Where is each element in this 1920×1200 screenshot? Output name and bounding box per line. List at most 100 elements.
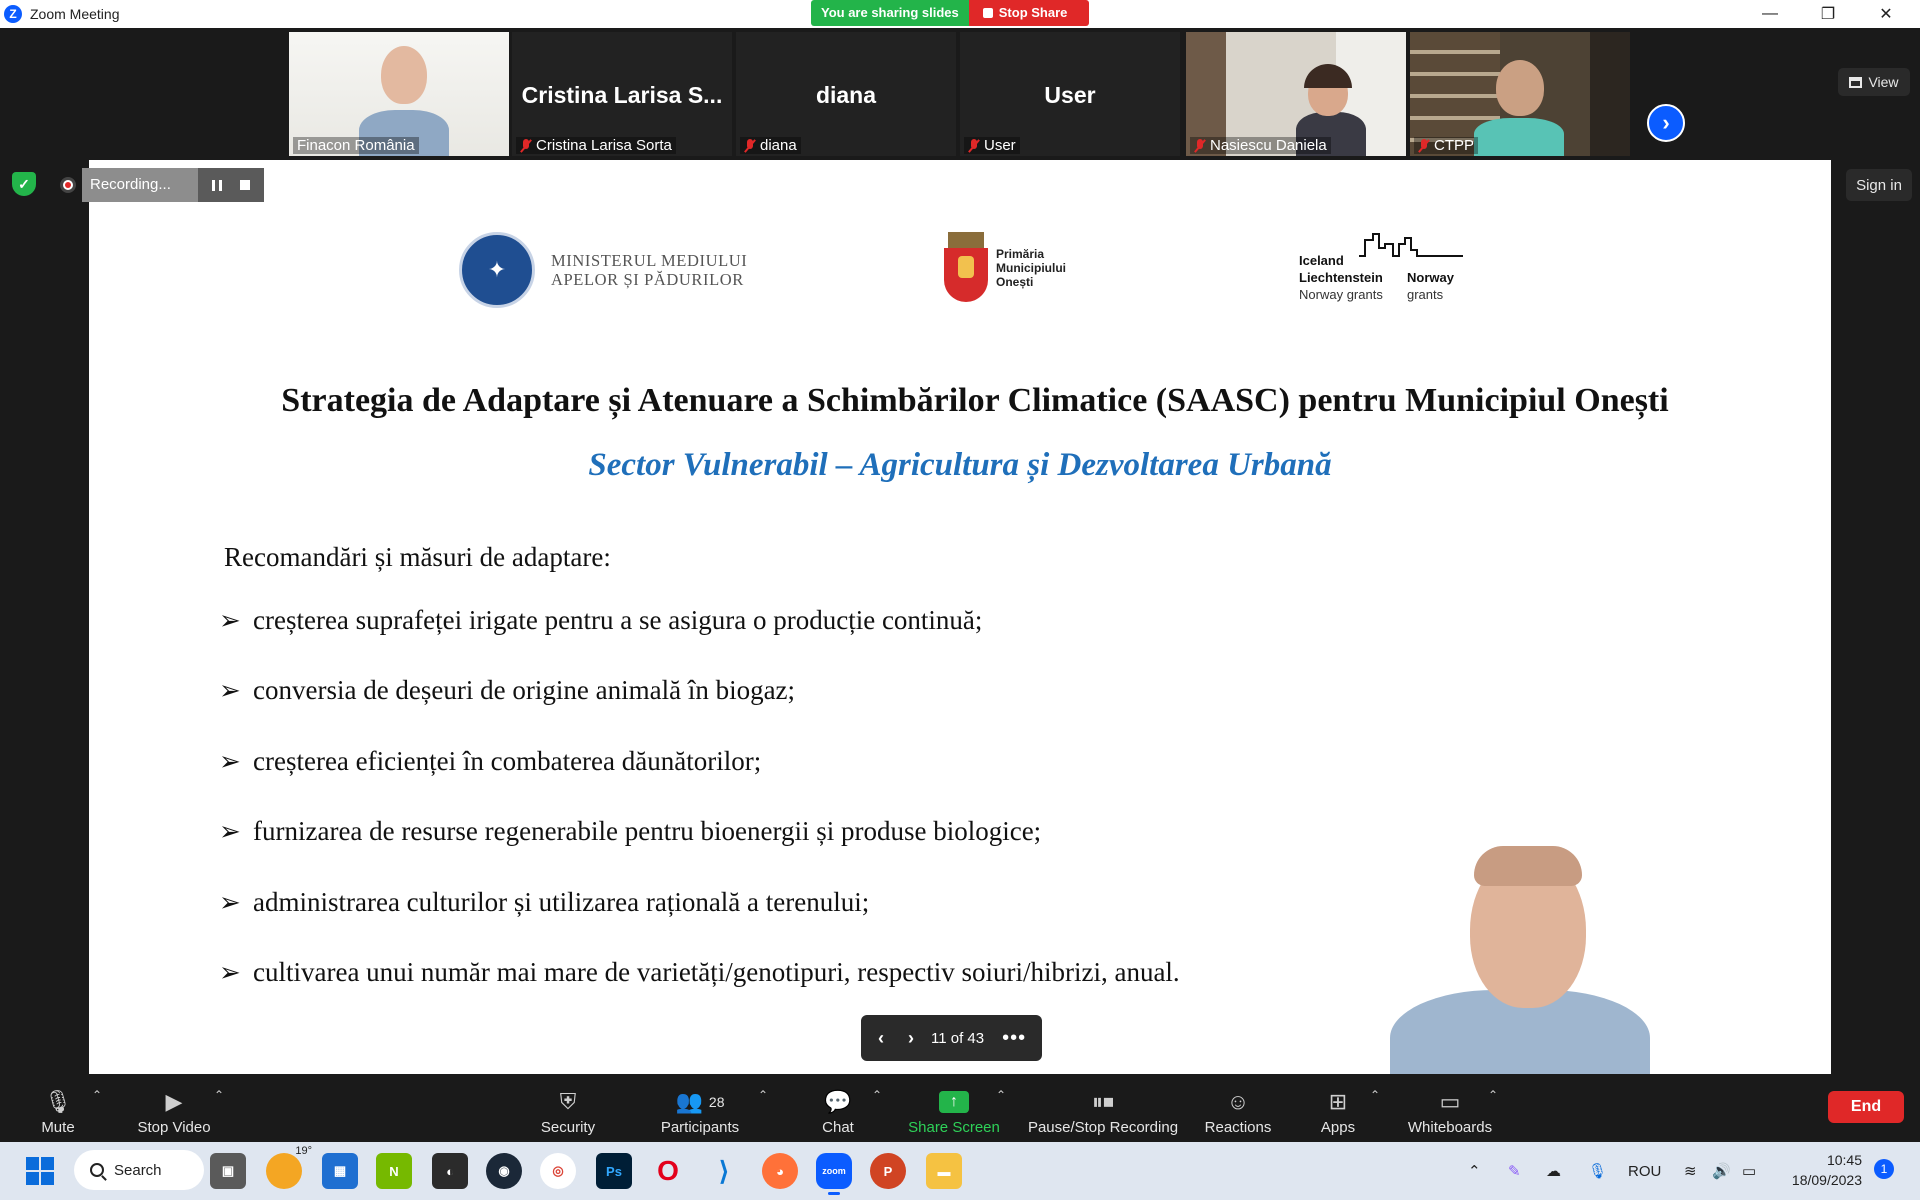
list-item: ➢ administrarea culturilor și utilizarea … (219, 886, 870, 918)
pause-stop-recording-button[interactable]: ⏸⏹ Pause/Stop Recording (1024, 1074, 1182, 1142)
participant-gallery: Finacon România Cristina Larisa S... Cri… (0, 28, 1920, 158)
participant-display-name: diana (815, 82, 877, 108)
participant-tile[interactable]: User User (960, 32, 1180, 156)
apps-button[interactable]: ⊞ Apps (1310, 1074, 1366, 1142)
recording-indicator: Recording... (60, 168, 264, 202)
arrow-bullet-icon: ➢ (219, 606, 241, 636)
photoshop-icon[interactable]: Ps (596, 1153, 632, 1189)
participant-name: diana (740, 137, 801, 154)
grid-view-icon (1849, 76, 1863, 88)
apps-icon: ⊞ (1328, 1089, 1348, 1114)
share-options-caret-icon[interactable]: ⌃ (996, 1088, 1006, 1102)
windows-taskbar: Search ▣ 19° ▦ N ◐ ◉ ◎ Ps O ⟩ ◕ zoom P ▬… (0, 1142, 1920, 1200)
pen-icon[interactable]: ✎ (1508, 1142, 1521, 1200)
weather-icon[interactable]: 19° (266, 1145, 312, 1189)
participant-name: Cristina Larisa Sorta (516, 137, 676, 154)
arrow-bullet-icon: ➢ (219, 957, 241, 988)
file-explorer-icon[interactable]: ▬ (926, 1153, 962, 1189)
participants-count: 28 (708, 1094, 725, 1110)
meeting-toolbar: 🎙 Mute ⌃ ▶ Stop Video ⌃ ⛨ Security 👥 28 P… (0, 1074, 1920, 1142)
arrow-bullet-icon: ➢ (219, 676, 241, 707)
next-slide-button[interactable]: › (901, 1028, 921, 1049)
slide-title: Strategia de Adaptare și Atenuare a Schi… (281, 382, 1669, 419)
slide-counter: 11 of 43 (931, 1029, 985, 1047)
microsoft-store-icon[interactable]: ▦ (322, 1153, 358, 1189)
mic-muted-icon (520, 138, 532, 153)
firefox-icon[interactable]: ◕ (762, 1153, 798, 1189)
restore-button[interactable]: ❐ (1800, 0, 1856, 28)
recording-label: Recording... (82, 168, 198, 202)
pause-recording-icon[interactable] (212, 179, 222, 191)
weather-temp: 19° (295, 1145, 312, 1157)
slide-subtitle: Sector Vulnerabil – Agricultura și Dezvo… (588, 447, 1332, 483)
whiteboards-button[interactable]: ▭ Whiteboards (1400, 1074, 1500, 1142)
powerpoint-icon[interactable]: P (870, 1153, 906, 1189)
presenter-video[interactable] (1330, 840, 1700, 1074)
taskbar-clock[interactable]: 10:45 18/09/2023 (1782, 1150, 1862, 1190)
mic-in-use-icon[interactable]: 🎙 (1588, 1142, 1607, 1200)
opera-icon[interactable]: O (650, 1153, 686, 1189)
chrome-icon[interactable]: ◎ (540, 1153, 576, 1189)
minimize-button[interactable]: — (1742, 0, 1798, 28)
next-page-button[interactable]: › (1647, 104, 1685, 142)
list-item: ➢ creșterea eficienței în combaterea dăun… (219, 745, 762, 777)
mic-muted-icon (968, 138, 980, 153)
wifi-icon[interactable]: ≋ (1684, 1142, 1697, 1200)
previous-slide-button[interactable]: ‹ (871, 1028, 891, 1049)
whiteboards-options-caret-icon[interactable]: ⌃ (1488, 1088, 1498, 1102)
participant-tile[interactable]: Nasiescu Daniela (1186, 32, 1406, 156)
video-options-caret-icon[interactable]: ⌃ (214, 1088, 224, 1102)
mute-button[interactable]: 🎙 Mute (20, 1074, 96, 1142)
participant-tile[interactable]: CTPP (1410, 32, 1630, 156)
windows-start-icon[interactable] (22, 1153, 58, 1189)
arrow-bullet-icon: ➢ (219, 746, 241, 777)
share-screen-icon: ↑ (939, 1085, 969, 1119)
taskbar-search[interactable]: Search (74, 1150, 204, 1190)
show-hidden-icons-icon[interactable]: ⌃ (1468, 1142, 1481, 1200)
apps-options-caret-icon[interactable]: ⌃ (1370, 1088, 1380, 1102)
mic-muted-icon (744, 138, 756, 153)
more-options-icon[interactable]: ••• (1002, 1027, 1026, 1050)
view-button[interactable]: View (1838, 68, 1910, 96)
reactions-button[interactable]: ☺ Reactions (1196, 1074, 1280, 1142)
stop-recording-icon[interactable] (240, 180, 250, 190)
slide-bullet-list: ➢ creșterea suprafeței irigate pentru a s… (219, 605, 1180, 1027)
share-screen-button[interactable]: ↑ Share Screen (906, 1074, 1002, 1142)
nvidia-icon[interactable]: N (376, 1153, 412, 1189)
government-seal-icon: ✦ (459, 232, 535, 308)
participant-tile[interactable]: Finacon România (289, 32, 509, 156)
window-title: Zoom Meeting (30, 6, 120, 22)
vscode-icon[interactable]: ⟩ (706, 1153, 742, 1189)
input-language[interactable]: ROU (1628, 1142, 1661, 1200)
window-titlebar: Z Zoom Meeting You are sharing slides St… (0, 0, 1920, 28)
end-meeting-button[interactable]: End (1828, 1091, 1904, 1123)
stop-video-button[interactable]: ▶ Stop Video (124, 1074, 224, 1142)
stop-share-button[interactable]: Stop Share (968, 0, 1090, 26)
security-button[interactable]: ⛨ Security (528, 1074, 608, 1142)
arrow-bullet-icon: ➢ (219, 817, 241, 848)
volume-icon[interactable]: 🔊 (1712, 1142, 1731, 1200)
participants-options-caret-icon[interactable]: ⌃ (758, 1088, 768, 1102)
task-view-icon[interactable]: ▣ (210, 1153, 246, 1189)
chat-options-caret-icon[interactable]: ⌃ (872, 1088, 882, 1102)
sign-in-button[interactable]: Sign in (1846, 169, 1912, 201)
encryption-shield-icon[interactable]: ✓ (12, 172, 36, 196)
zoom-app-icon[interactable]: zoom (816, 1153, 852, 1195)
chat-button[interactable]: 💬 Chat (800, 1074, 876, 1142)
participant-tile[interactable]: Cristina Larisa S... Cristina Larisa Sor… (512, 32, 732, 156)
onedrive-icon[interactable]: ☁ (1546, 1142, 1561, 1200)
geforce-icon[interactable]: ◐ (432, 1153, 468, 1189)
participant-display-name: User (1044, 82, 1096, 108)
mic-muted-icon (1418, 138, 1430, 153)
steam-icon[interactable]: ◉ (486, 1153, 522, 1189)
close-button[interactable]: ✕ (1858, 0, 1914, 28)
chat-bubble-icon: 💬 (824, 1089, 852, 1114)
mute-options-caret-icon[interactable]: ⌃ (92, 1088, 102, 1102)
mic-muted-icon (1194, 138, 1206, 153)
notification-badge[interactable]: 1 (1874, 1159, 1894, 1179)
security-shield-icon: ⛨ (559, 1089, 577, 1114)
participant-tile[interactable]: diana diana (736, 32, 956, 156)
video-camera-icon: ▶ (165, 1089, 183, 1114)
battery-icon[interactable]: ▭ (1742, 1142, 1756, 1200)
participants-button[interactable]: 👥 28 Participants (650, 1074, 750, 1142)
